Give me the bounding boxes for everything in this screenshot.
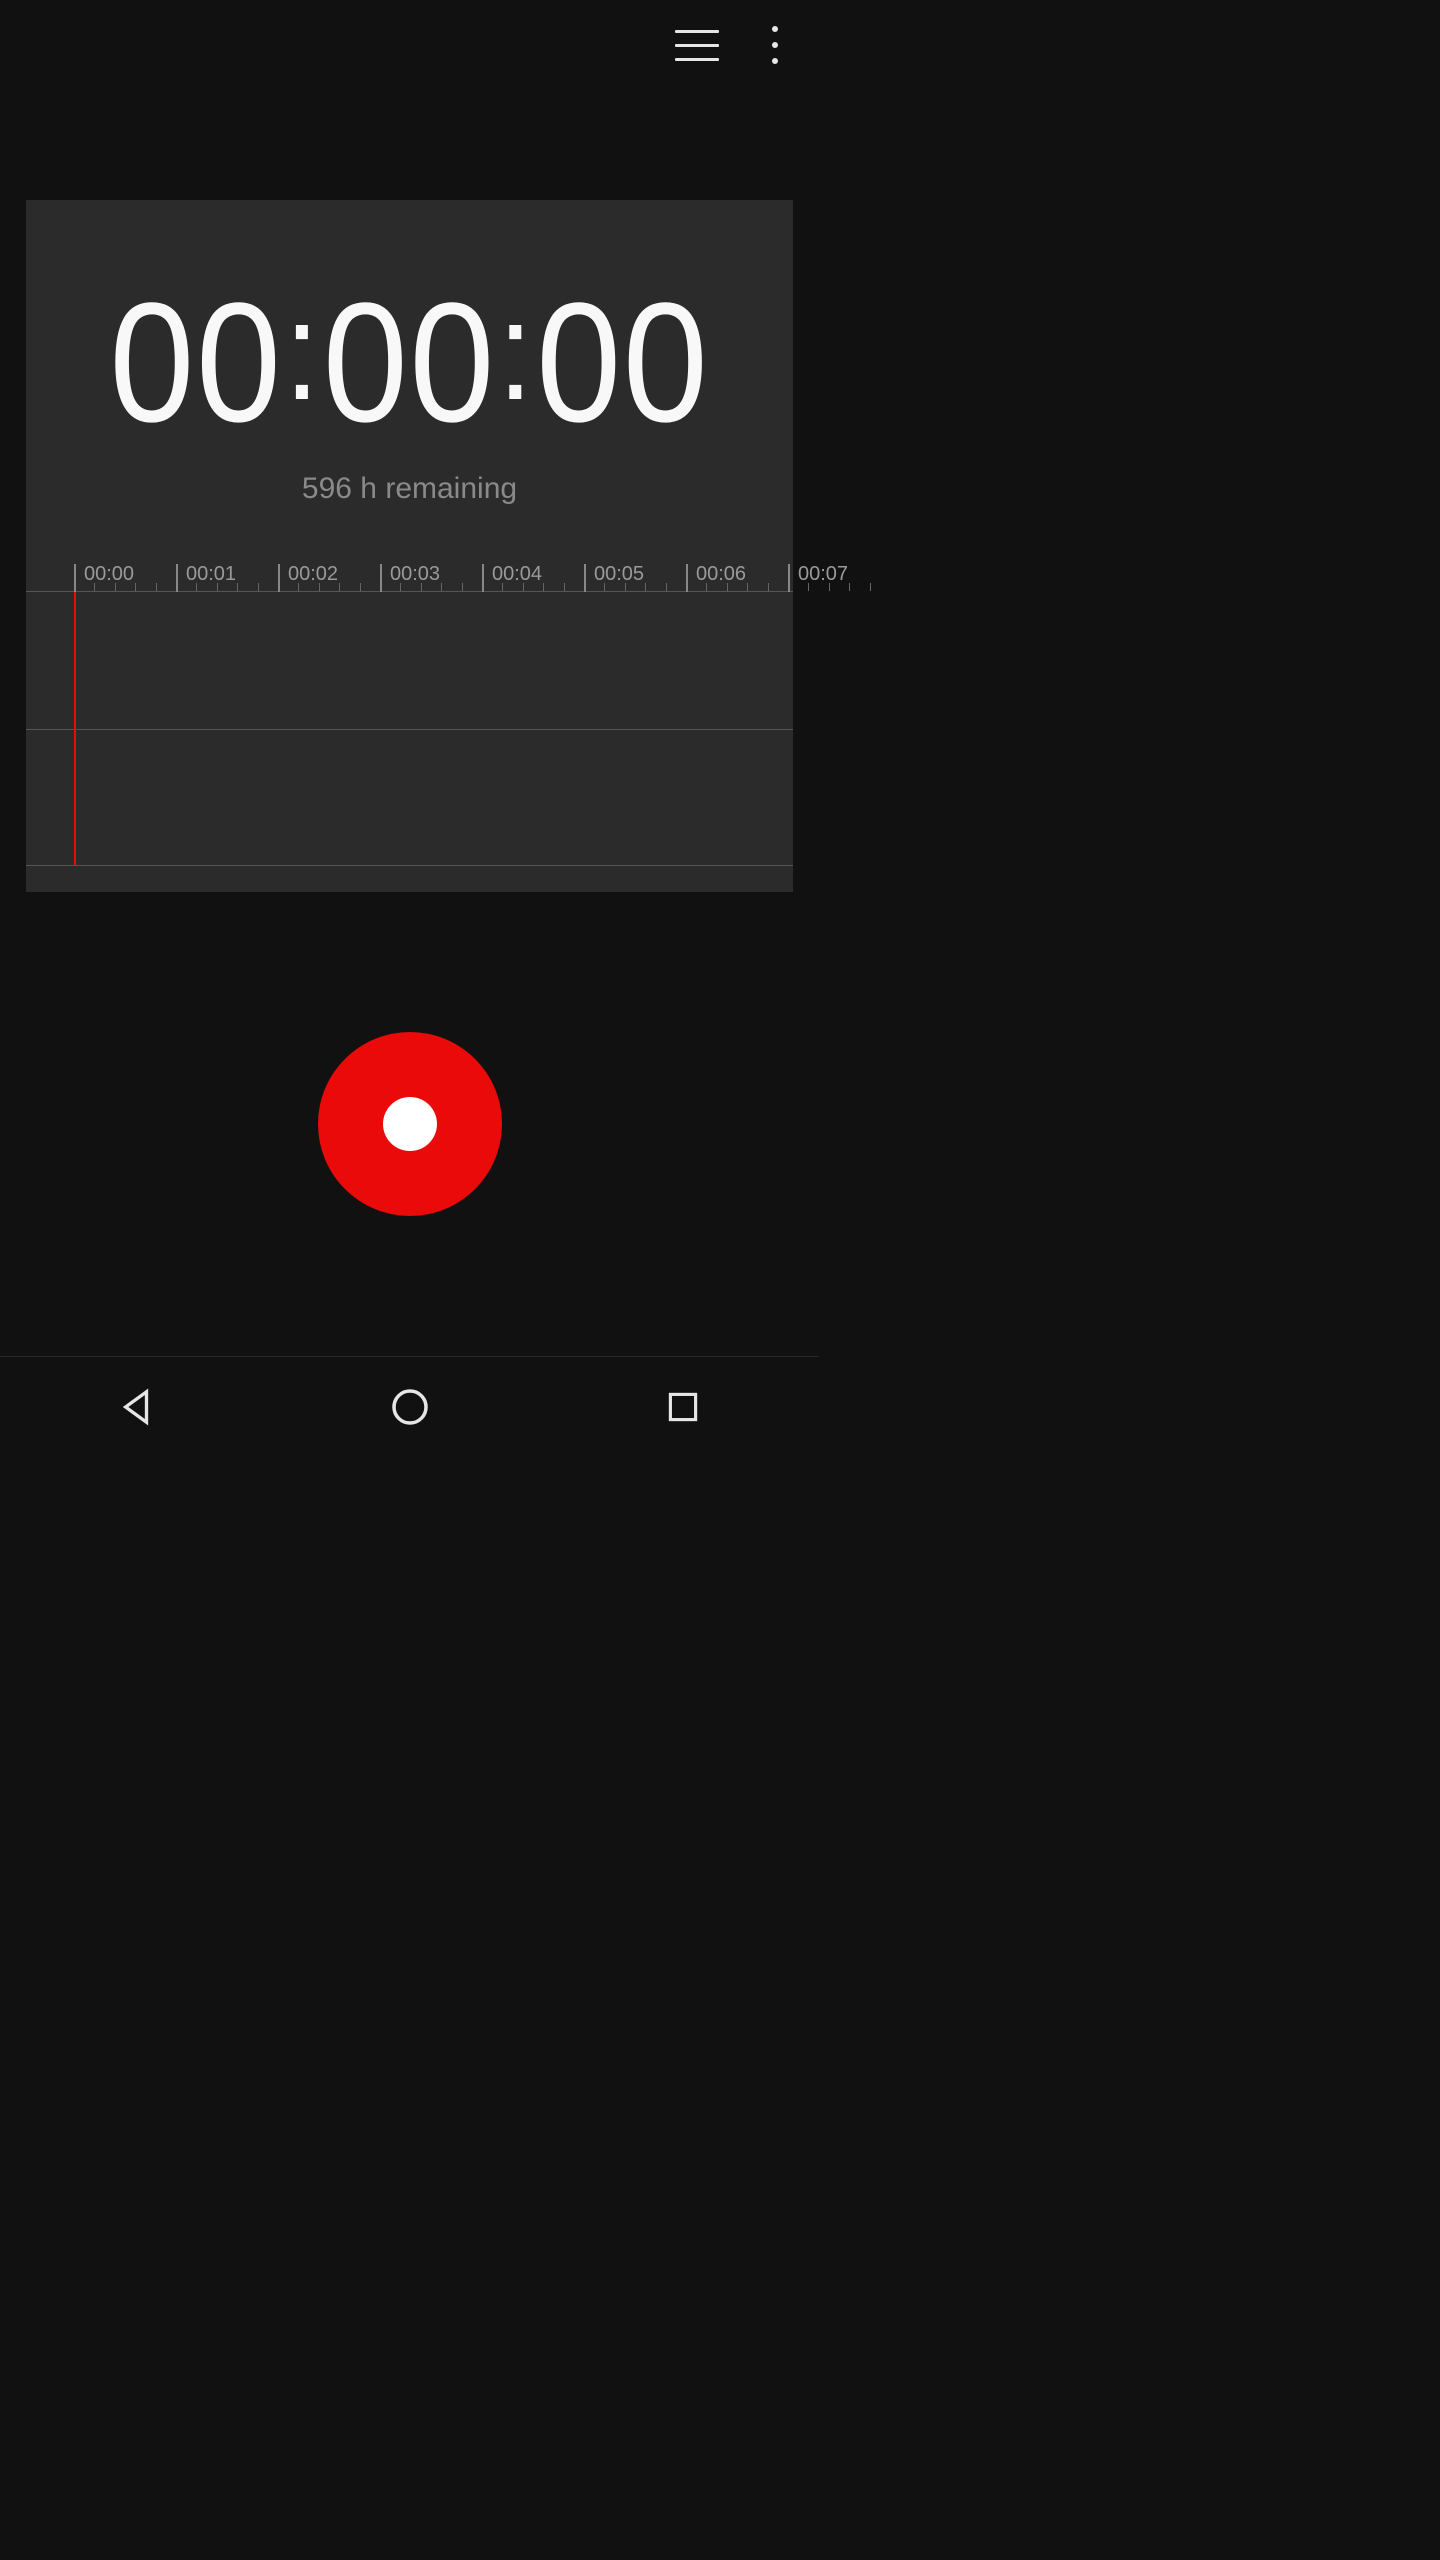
ruler-label: 00:02 [278, 564, 338, 592]
waveform-area [26, 592, 793, 866]
top-bar [0, 0, 819, 90]
ruler-label: 00:07 [788, 564, 848, 592]
record-button[interactable] [318, 1032, 502, 1216]
timeline-ruler: 00:0000:0100:0200:0300:0400:0500:0600:07 [26, 564, 793, 592]
ruler-label: 00:04 [482, 564, 542, 592]
ruler-label: 00:00 [74, 564, 134, 592]
timeline[interactable]: 00:0000:0100:0200:0300:0400:0500:0600:07 [26, 564, 793, 866]
controls-area [0, 892, 819, 1356]
nav-home-button[interactable] [380, 1377, 440, 1437]
nav-back-button[interactable] [107, 1377, 167, 1437]
timer-seconds: 00 [536, 268, 709, 458]
timer-minutes: 00 [323, 268, 496, 458]
remaining-time-label: 596 h remaining [26, 472, 793, 506]
ruler-label: 00:03 [380, 564, 440, 592]
recorder-panel: 00:00:00 596 h remaining 00:00 00:01 00:02… [26, 200, 793, 892]
nav-recent-button[interactable] [653, 1377, 713, 1437]
waveform-midline [26, 729, 793, 730]
system-nav-bar [0, 1356, 819, 1456]
ruler-label: 00:01 [176, 564, 236, 592]
playhead[interactable] [74, 592, 76, 865]
record-icon [383, 1097, 437, 1151]
overflow-menu-icon[interactable] [761, 23, 789, 67]
timer-hours: 00 [109, 268, 282, 458]
ruler-label: 00:06 [686, 564, 746, 592]
timer-display: 00:00:00 596 h remaining [26, 200, 793, 506]
list-icon[interactable] [675, 30, 719, 61]
ruler-label: 00:05 [584, 564, 644, 592]
